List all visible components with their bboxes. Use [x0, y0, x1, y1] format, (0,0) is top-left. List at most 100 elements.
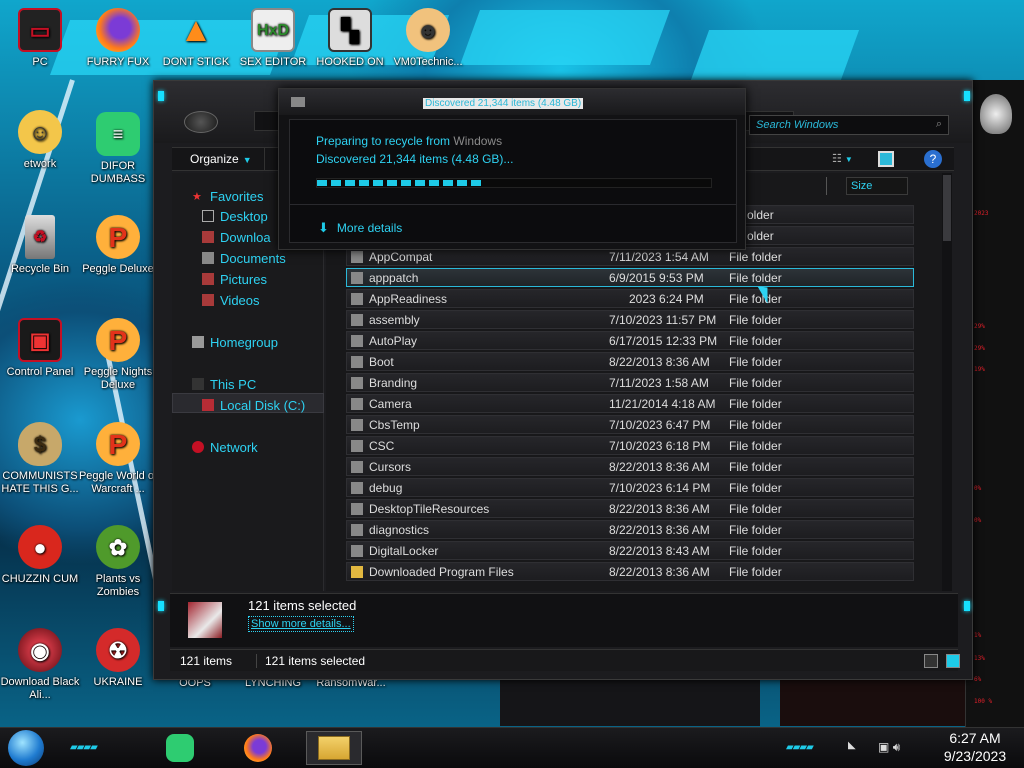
show-more-details-link[interactable]: Show more details... — [248, 616, 354, 632]
desktop-icon-peggle-nights[interactable]: P Peggle Nights Deluxe — [78, 318, 158, 392]
desktop-icon-hooked-on[interactable]: ▚ HOOKED ON — [310, 8, 390, 69]
table-row[interactable]: Downloaded Program Files 8/22/2013 8:36 A… — [346, 562, 914, 581]
search-placeholder: Search Windows — [756, 119, 839, 131]
nav-videos[interactable]: Videos — [202, 291, 260, 309]
desktop-icon-difor-dumbass[interactable]: ≡ DIFOR DUMBASS — [78, 112, 158, 186]
more-details-button[interactable]: ⬇ More details — [318, 220, 402, 236]
nav-pictures[interactable]: Pictures — [202, 270, 267, 288]
game-icon: ▚ — [328, 8, 372, 52]
back-button[interactable] — [184, 111, 218, 133]
table-row[interactable]: DigitalLocker 8/22/2013 8:43 AM File folde… — [346, 541, 914, 560]
table-row[interactable]: AppReadiness 2023 6:24 PM File folder — [346, 289, 914, 308]
desktop-icon-control-panel[interactable]: ▣ Control Panel — [0, 318, 80, 379]
folder-icon — [351, 545, 363, 557]
doctor-icon: ☻ — [406, 8, 450, 52]
folder-icon — [351, 356, 363, 368]
column-separator[interactable] — [826, 177, 827, 195]
folder-icon — [351, 272, 363, 284]
desktop-icon-dont-stick[interactable]: ▲ DONT STICK — [156, 8, 236, 69]
help-icon[interactable]: ? — [924, 150, 942, 168]
show-desktop-button[interactable]: ◣ — [848, 740, 856, 751]
nav-downloads[interactable]: Downloa — [202, 228, 271, 246]
table-row[interactable]: CbsTemp 7/10/2023 6:47 PM File folder — [346, 415, 914, 434]
search-input[interactable]: Search Windows ⌕ — [749, 115, 949, 135]
taskbar-app-discord[interactable] — [152, 731, 208, 765]
folder-icon — [351, 398, 363, 410]
desktop-icon-ukraine[interactable]: ☢ UKRAINE — [78, 628, 158, 689]
desktop-icon-recycle-bin[interactable]: ♻ Recycle Bin — [0, 215, 80, 276]
desktop-icon-furry-fux[interactable]: FURRY FUX — [78, 8, 158, 69]
selection-thumbnail — [188, 602, 222, 638]
taskbar-app-firefox[interactable] — [230, 731, 286, 765]
desktop-icon-network[interactable]: ☺ etwork — [0, 110, 80, 171]
nav-homegroup[interactable]: Homegroup — [192, 333, 278, 351]
nav-network[interactable]: Network — [192, 438, 258, 456]
taskbar: ▰▰▰▰ ▰▰▰▰ ◣ ▣ 🔊︎ 6:27 AM 9/23/2023 — [0, 727, 1024, 768]
status-bar: 121 items 121 items selected — [170, 649, 960, 671]
volume-icon[interactable]: 🔊︎ — [893, 740, 901, 754]
documents-icon — [202, 252, 214, 264]
table-row[interactable]: Camera 11/21/2014 4:18 AM File folder — [346, 394, 914, 413]
search-icon[interactable]: ⌕ — [936, 118, 942, 131]
taskbar-app-explorer[interactable] — [306, 731, 362, 765]
nav-documents[interactable]: Documents — [202, 249, 286, 267]
nav-favorites[interactable]: ★ Favorites — [192, 187, 263, 205]
preview-pane-button[interactable] — [878, 151, 894, 167]
nav-local-disk[interactable]: Local Disk (C:) — [202, 396, 305, 414]
table-row[interactable]: CSC 7/10/2023 6:18 PM File folder — [346, 436, 914, 455]
alienware-sidebar-gadget: 2023 29% 29% 19% 0% 0% 1% 13% 6% 100 % — [965, 80, 1024, 740]
gadget-readout: 29% — [974, 345, 985, 352]
desktop-icon-chuzzin[interactable]: ● CHUZZIN CUM — [0, 525, 80, 586]
table-row[interactable]: DesktopTileResources 8/22/2013 8:36 AM Fil… — [346, 499, 914, 518]
nav-desktop[interactable]: Desktop — [202, 207, 268, 225]
item-count: 121 items — [180, 654, 233, 668]
gadget-readout: 100 % — [974, 698, 993, 705]
table-row[interactable]: apppatch 6/9/2015 9:53 PM File folder — [346, 268, 914, 287]
network-icon — [192, 441, 204, 453]
clock[interactable]: 6:27 AM 9/23/2023 — [930, 729, 1020, 765]
nav-this-pc[interactable]: This PC — [192, 375, 256, 393]
organize-button[interactable]: Organize ▼ — [174, 148, 265, 170]
column-header-size[interactable]: Size — [846, 177, 908, 195]
discord-icon — [166, 734, 194, 762]
details-view-button[interactable] — [924, 654, 938, 668]
frame-accent — [158, 601, 164, 611]
large-icons-view-button[interactable] — [946, 654, 960, 668]
selected-count: 121 items selected — [256, 654, 365, 668]
drive-icon — [202, 399, 214, 411]
scrollbar-thumb[interactable] — [943, 175, 951, 241]
folder-icon — [351, 482, 363, 494]
desktop-icon-peggle-wow[interactable]: P Peggle World of Warcraft ... — [78, 422, 158, 496]
dialog-title-bar[interactable]: Discovered 21,344 items (4.48 GB) — [279, 89, 745, 115]
divider — [290, 204, 736, 205]
desktop-icon-download-black-alienware[interactable]: ◉ Download Black Ali... — [0, 628, 80, 702]
table-row[interactable]: diagnostics 8/22/2013 8:36 AM File folder — [346, 520, 914, 539]
table-row[interactable]: AutoPlay 6/17/2015 12:33 PM File folder — [346, 331, 914, 350]
table-row[interactable]: Boot 8/22/2013 8:36 AM File folder — [346, 352, 914, 371]
desktop-icon-vm0technic[interactable]: ☻ VM0Technic... — [388, 8, 468, 69]
recycle-icon — [291, 97, 305, 107]
gadget-readout: 0% — [974, 485, 982, 492]
folder-icon — [318, 736, 350, 760]
discovered-text: Discovered 21,344 items (4.48 GB)... — [316, 152, 514, 166]
network-status-icon[interactable]: ▣ — [878, 740, 889, 754]
peggle-icon: P — [96, 318, 140, 362]
desktop-icon-peggle-deluxe[interactable]: P Peggle Deluxe — [78, 215, 158, 276]
table-row[interactable]: Branding 7/11/2023 1:58 AM File folder — [346, 373, 914, 392]
desktop-icon-communists[interactable]: $ COMMUNISTS HATE THIS G... — [0, 422, 80, 496]
source-folder: Windows — [453, 134, 503, 148]
taskbar-decor: ▰▰▰▰ — [70, 742, 98, 753]
network-icon: ☺ — [18, 110, 62, 154]
folder-icon — [351, 335, 363, 347]
folder-icon — [351, 251, 363, 263]
desktop-icon-plants-vs-zombies[interactable]: ✿ Plants vs Zombies — [78, 525, 158, 599]
table-row[interactable]: debug 7/10/2023 6:14 PM File folder — [346, 478, 914, 497]
vertical-scrollbar[interactable] — [942, 173, 952, 591]
table-row[interactable]: assembly 7/10/2023 11:57 PM File folder — [346, 310, 914, 329]
view-options-button[interactable]: ☷ ▼ — [832, 152, 862, 166]
table-row[interactable]: Cursors 8/22/2013 8:36 AM File folder — [346, 457, 914, 476]
desktop-icon-sex-editor[interactable]: HxD SEX EDITOR — [233, 8, 313, 69]
folder-icon — [351, 524, 363, 536]
desktop-icon-this-pc[interactable]: ▭ PC — [0, 8, 80, 69]
start-button[interactable] — [8, 730, 44, 766]
